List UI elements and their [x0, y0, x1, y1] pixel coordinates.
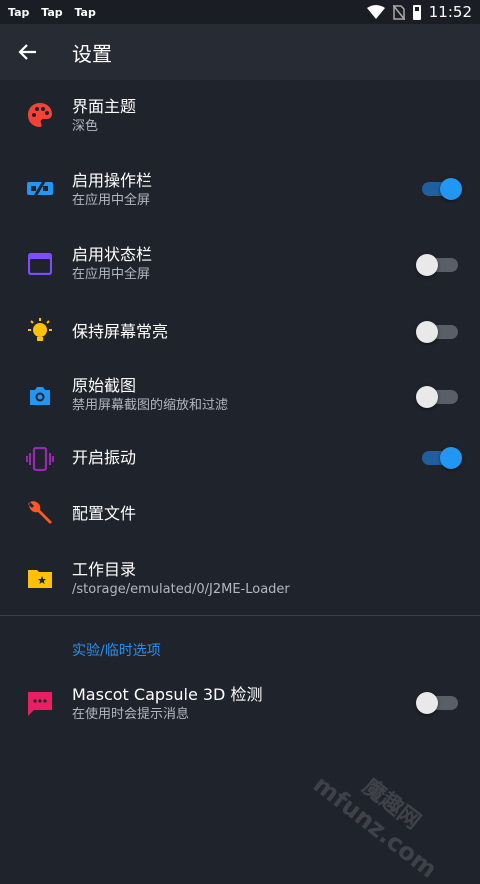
wrench-icon [24, 498, 56, 530]
toggle-knob [416, 254, 438, 276]
section-header: 实验/临时选项 [72, 643, 161, 659]
setting-title: 工作目录 [72, 560, 137, 579]
setting-title: 原始截图 [72, 376, 137, 395]
setting-subtitle: /storage/emulated/0/J2ME-Loader [72, 582, 290, 597]
setting-mascot-capsule[interactable]: Mascot Capsule 3D 检测 在使用时会提示消息 [0, 672, 480, 734]
tap-notification: Tap [8, 5, 30, 19]
wifi-icon [366, 5, 385, 19]
setting-title: 保持屏幕常亮 [72, 322, 169, 341]
folder-star-icon [24, 562, 56, 594]
toggle-knob [440, 178, 462, 200]
back-button[interactable] [0, 24, 56, 80]
camera-icon [24, 380, 56, 412]
setting-config-file[interactable]: 配置文件 [0, 486, 480, 542]
setting-title: Mascot Capsule 3D 检测 [72, 685, 263, 704]
setting-working-directory[interactable]: 工作目录 /storage/emulated/0/J2ME-Loader [0, 542, 480, 614]
keypad-icon [24, 172, 56, 204]
raw-screenshot-toggle[interactable] [416, 386, 458, 408]
clock: 11:52 [428, 3, 472, 21]
vibration-icon [24, 443, 56, 475]
setting-title: 启用操作栏 [72, 171, 153, 190]
setting-status-bar[interactable]: 启用状态栏 在应用中全屏 [0, 226, 480, 302]
mascot-capsule-toggle[interactable] [416, 692, 458, 714]
setting-title: 开启振动 [72, 448, 137, 467]
setting-action-bar[interactable]: 启用操作栏 在应用中全屏 [0, 150, 480, 226]
setting-subtitle: 在应用中全屏 [72, 193, 151, 208]
setting-title: 界面主题 [72, 97, 137, 116]
status-bar-toggle[interactable] [416, 254, 458, 276]
setting-raw-screenshot[interactable]: 原始截图 禁用屏幕截图的缩放和过滤 [0, 362, 480, 430]
setting-subtitle: 深色 [72, 119, 99, 134]
bulb-icon [24, 316, 56, 348]
palette-icon [24, 99, 56, 131]
setting-keep-screen-on[interactable]: 保持屏幕常亮 [0, 302, 480, 362]
tap-notification: Tap [41, 5, 63, 19]
keep-screen-on-toggle[interactable] [416, 321, 458, 343]
notification-icons: Tap Tap Tap [8, 6, 104, 19]
setting-theme[interactable]: 界面主题 深色 [0, 80, 480, 150]
page-title: 设置 [72, 41, 112, 66]
setting-subtitle: 在应用中全屏 [72, 267, 151, 282]
app-bar: 设置 [0, 24, 480, 80]
watermark: 魔趣网 mfunz.com [308, 745, 447, 883]
toggle-knob [416, 321, 438, 343]
setting-title: 配置文件 [72, 504, 137, 523]
vibration-toggle[interactable] [422, 447, 462, 469]
tap-notification: Tap [74, 5, 96, 19]
toggle-knob [440, 447, 462, 469]
divider [0, 615, 480, 616]
action-bar-toggle[interactable] [422, 178, 462, 200]
arrow-back-icon [18, 44, 36, 60]
no-sim-icon [392, 4, 405, 20]
message-icon [24, 688, 56, 720]
setting-subtitle: 在使用时会提示消息 [72, 707, 190, 722]
toggle-knob [416, 386, 438, 408]
setting-vibration[interactable]: 开启振动 [0, 430, 480, 486]
toggle-knob [416, 692, 438, 714]
battery-icon [412, 4, 421, 20]
setting-subtitle: 禁用屏幕截图的缩放和过滤 [72, 398, 229, 413]
setting-title: 启用状态栏 [72, 245, 153, 264]
window-icon [24, 248, 56, 280]
status-bar: Tap Tap Tap 11:52 [0, 0, 480, 24]
